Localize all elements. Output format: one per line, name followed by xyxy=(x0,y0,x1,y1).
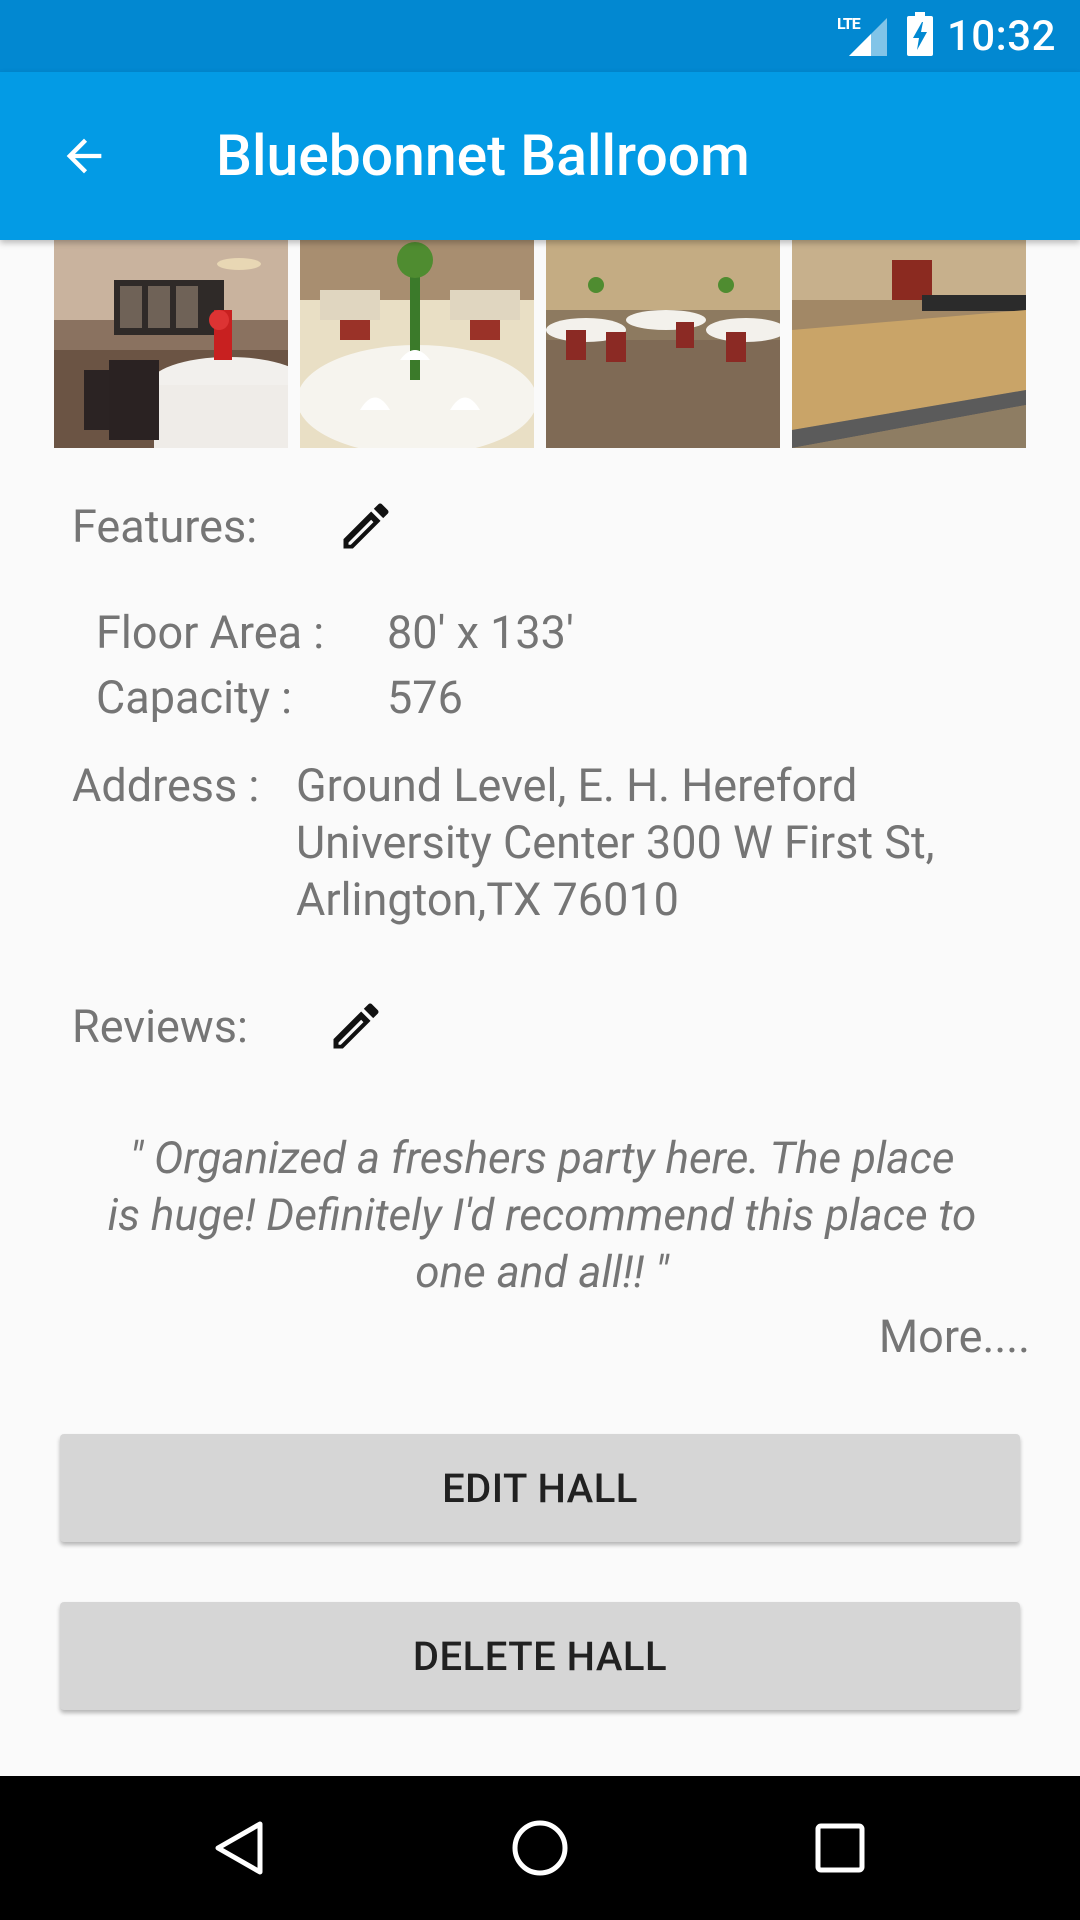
address-line-3: Arlington,TX 76010 xyxy=(296,873,679,926)
more-reviews-link[interactable]: More.... xyxy=(879,1310,1030,1363)
photo-gallery xyxy=(54,240,1026,448)
app-bar: Bluebonnet Ballroom xyxy=(0,72,1080,240)
photo-ballroom-4[interactable] xyxy=(792,240,1026,448)
review-line-3: one and all!! " xyxy=(415,1246,669,1298)
arrow-back-icon xyxy=(66,138,102,174)
page-title: Bluebonnet Ballroom xyxy=(216,122,750,189)
floor-area-label: Floor Area : xyxy=(96,606,325,659)
address-line-1: Ground Level, E. H. Hereford xyxy=(296,759,858,812)
nav-back-icon xyxy=(215,1821,263,1875)
nav-back-button[interactable] xyxy=(186,1794,294,1902)
nav-home-icon xyxy=(512,1820,568,1876)
nav-home-button[interactable] xyxy=(486,1794,594,1902)
battery-charging-icon xyxy=(906,12,933,60)
navigation-bar xyxy=(0,1776,1080,1920)
floor-area-value: 80' x 133' xyxy=(387,606,574,659)
back-button[interactable] xyxy=(42,114,126,198)
photo-ballroom-3[interactable] xyxy=(546,240,780,448)
reviews-label: Reviews: xyxy=(72,1000,248,1053)
address-line-2: University Center 300 W First St, xyxy=(296,816,935,869)
edit-hall-button[interactable]: EDIT HALL xyxy=(60,1434,1020,1542)
photo-ballroom-1[interactable] xyxy=(54,240,288,448)
edit-reviews-button[interactable] xyxy=(326,996,386,1056)
lte-signal-icon: LTE xyxy=(837,14,893,58)
nav-recents-button[interactable] xyxy=(786,1794,894,1902)
address-label: Address : xyxy=(72,759,260,812)
review-text: " Organized a freshers party here. The p… xyxy=(54,1130,1030,1301)
capacity-label: Capacity : xyxy=(96,671,293,724)
pencil-icon xyxy=(343,503,389,549)
review-line-2: is huge! Definitely I'd recommend this p… xyxy=(107,1189,977,1241)
review-line-1: " Organized a freshers party here. The p… xyxy=(129,1132,955,1184)
status-time: 10:32 xyxy=(946,11,1056,61)
nav-recents-icon xyxy=(815,1823,865,1873)
status-bar: LTE 10:32 xyxy=(0,0,1080,72)
features-label: Features: xyxy=(72,500,258,553)
capacity-value: 576 xyxy=(387,671,463,724)
pencil-icon xyxy=(333,1003,379,1049)
edit-features-button[interactable] xyxy=(336,496,396,556)
photo-ballroom-2[interactable] xyxy=(300,240,534,448)
delete-hall-button[interactable]: DELETE HALL xyxy=(60,1602,1020,1710)
